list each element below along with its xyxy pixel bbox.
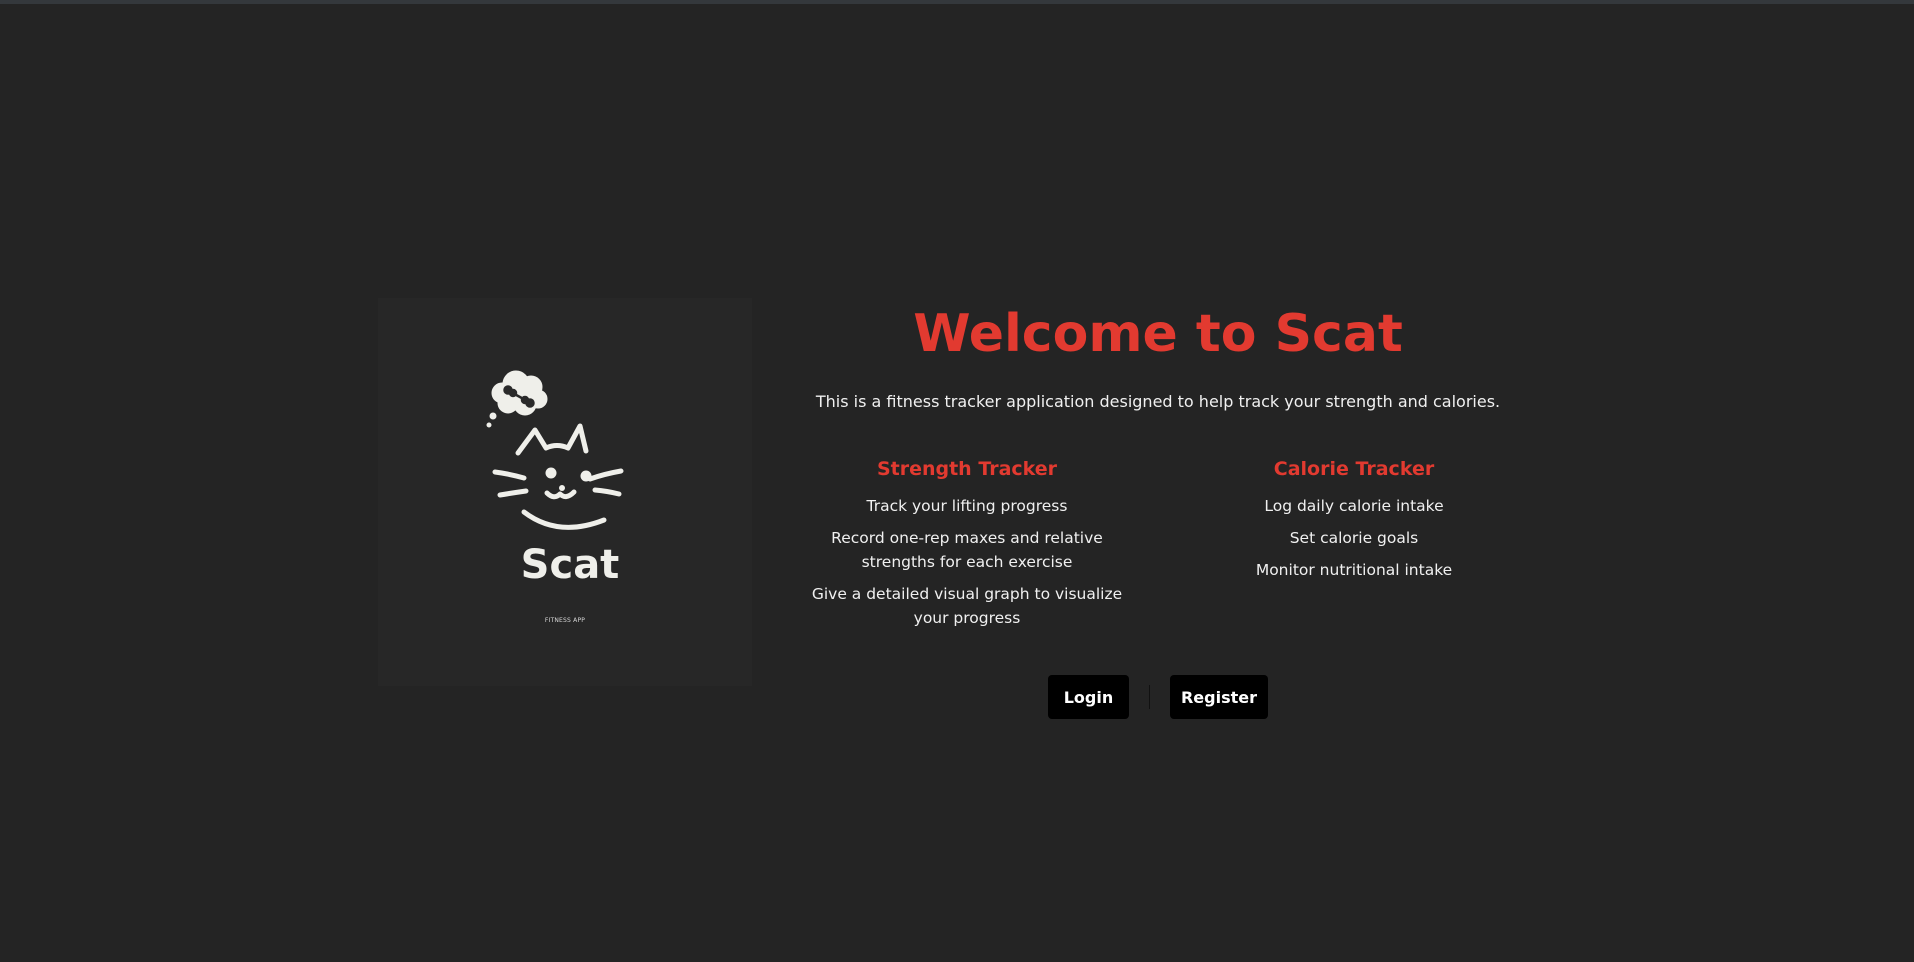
auth-actions: Login Register — [770, 675, 1546, 719]
login-button[interactable]: Login — [1048, 675, 1129, 719]
list-item: Track your lifting progress — [866, 497, 1068, 515]
landing-page: Scat FITNESS APP Welcome to Scat This is… — [0, 0, 1914, 962]
strength-tracker-section: Strength Tracker Track your lifting prog… — [787, 458, 1147, 638]
list-item: Give a detailed visual graph to visualiz… — [811, 585, 1123, 627]
strength-feature-list: Track your lifting progress Record one-r… — [787, 494, 1147, 630]
calorie-tracker-title: Calorie Tracker — [1273, 458, 1435, 480]
logo-panel: Scat FITNESS APP — [378, 298, 752, 686]
list-item: Record one-rep maxes and relative streng… — [831, 529, 1103, 571]
list-item: Log daily calorie intake — [1264, 497, 1444, 515]
page-title: Welcome to Scat — [913, 304, 1403, 364]
calorie-feature-list: Log daily calorie intake Set calorie goa… — [1174, 494, 1534, 582]
logo-caption: FITNESS APP — [544, 617, 586, 624]
list-item: Set calorie goals — [1289, 529, 1419, 547]
logo-wordmark: Scat — [521, 542, 620, 588]
calorie-tracker-section: Calorie Tracker Log daily calorie intake… — [1174, 458, 1534, 590]
cat-logo-icon: Scat — [486, 370, 624, 588]
list-item: Monitor nutritional intake — [1255, 561, 1453, 579]
intro-text: This is a fitness tracker application de… — [815, 392, 1501, 411]
button-divider — [1149, 685, 1150, 709]
register-button[interactable]: Register — [1170, 675, 1268, 719]
strength-tracker-title: Strength Tracker — [876, 458, 1058, 480]
